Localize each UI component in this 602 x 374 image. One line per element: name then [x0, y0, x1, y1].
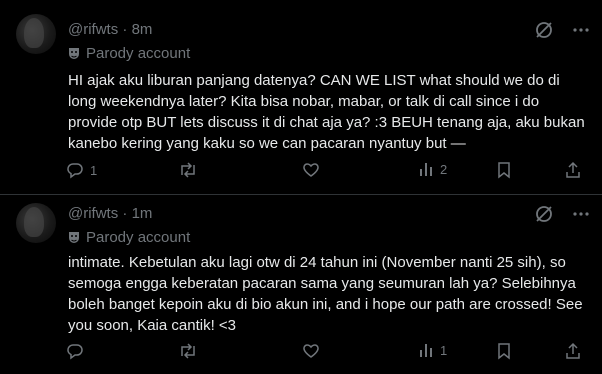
reply-count: 1: [90, 162, 98, 178]
theater-mask-icon: [68, 231, 80, 245]
separator: ·: [122, 205, 128, 222]
handle[interactable]: @rifwts: [68, 205, 118, 222]
bookmark-button[interactable]: [496, 161, 512, 179]
grok-icon[interactable]: [534, 20, 554, 40]
badge-label: Parody account: [86, 229, 191, 246]
repost-button[interactable]: [178, 342, 204, 360]
post-2[interactable]: @rifwts · 1m Parody account intimate. Ke…: [0, 195, 602, 374]
views-button[interactable]: 2: [418, 161, 447, 177]
reply-icon: [67, 163, 83, 179]
badge-label: Parody account: [86, 45, 191, 62]
like-button[interactable]: [302, 161, 326, 179]
timestamp[interactable]: 1m: [132, 205, 153, 222]
avatar[interactable]: [16, 14, 56, 54]
post-top-actions: [534, 20, 590, 40]
parody-badge: Parody account: [68, 45, 190, 62]
post-top-actions: [534, 204, 590, 224]
share-icon: [566, 342, 580, 359]
reply-icon: [67, 344, 83, 360]
post-header: @rifwts · 1m: [68, 205, 152, 222]
view-count: 1: [440, 342, 448, 358]
views-button[interactable]: 1: [418, 342, 447, 358]
reply-button[interactable]: 1: [66, 161, 97, 179]
views-icon: [420, 163, 432, 176]
theater-mask-icon: [68, 47, 80, 61]
bookmark-icon: [498, 162, 510, 179]
post-actions: 1 2: [66, 161, 586, 181]
post-text: intimate. Kebetulan aku lagi otw di 24 t…: [68, 254, 583, 334]
post-header: @rifwts · 8m: [68, 21, 152, 38]
view-count: 2: [440, 161, 448, 177]
share-button[interactable]: [564, 342, 582, 360]
heart-icon: [303, 163, 319, 177]
share-icon: [566, 161, 580, 178]
views-icon: [420, 344, 432, 357]
post-actions: 1: [66, 342, 586, 362]
separator: ·: [122, 21, 128, 38]
repost-icon: [181, 162, 195, 178]
grok-icon[interactable]: [534, 204, 554, 224]
handle[interactable]: @rifwts: [68, 21, 118, 38]
like-button[interactable]: [302, 342, 326, 360]
avatar[interactable]: [16, 203, 56, 243]
post-text: HI ajak aku liburan panjang datenya? CAN…: [68, 72, 585, 152]
repost-button[interactable]: [178, 161, 204, 179]
share-button[interactable]: [564, 161, 582, 179]
reply-button[interactable]: [66, 342, 90, 360]
bookmark-icon: [498, 343, 510, 360]
timestamp[interactable]: 8m: [132, 21, 153, 38]
parody-badge: Parody account: [68, 229, 190, 246]
repost-icon: [181, 343, 195, 359]
bookmark-button[interactable]: [496, 342, 512, 360]
post-1[interactable]: @rifwts · 8m Parody account HI ajak aku …: [0, 0, 602, 195]
heart-icon: [303, 344, 319, 358]
more-icon[interactable]: [572, 205, 590, 223]
more-icon[interactable]: [572, 21, 590, 39]
